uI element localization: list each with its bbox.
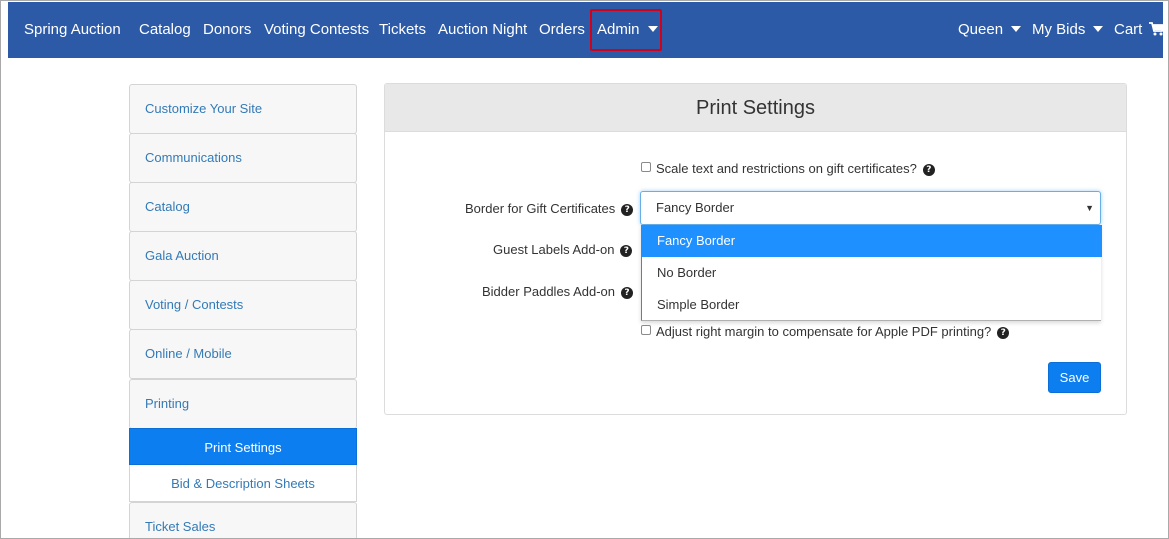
dropdown-option-no-border[interactable]: No Border [642,257,1102,289]
nav-catalog[interactable]: Catalog [139,2,191,58]
guest-labels-label: Guest Labels Add-on [493,242,615,257]
border-select-value: Fancy Border [656,200,735,215]
scale-text-label: Scale text and restrictions on gift cert… [656,161,917,176]
panel-title: Print Settings [385,84,1126,132]
save-button[interactable]: Save [1048,362,1101,393]
sidebar-subitem-bid-description-sheets[interactable]: Bid & Description Sheets [129,465,357,502]
nav-admin-dropdown[interactable]: Admin [597,2,658,58]
sidebar-item-customize-your-site[interactable]: Customize Your Site [129,84,357,134]
bidder-paddles-row-label: Bidder Paddles Add-on? [482,284,633,299]
border-dropdown-list: Fancy Border No Border Simple Border [641,225,1102,321]
top-navbar: Spring Auction Catalog Donors Voting Con… [8,2,1165,58]
caret-down-icon [1093,26,1104,33]
border-label: Border for Gift Certificates [465,201,616,216]
help-icon[interactable]: ? [621,203,634,216]
nav-user-dropdown[interactable]: Queen [958,2,1022,58]
nav-cart-label: Cart [1114,21,1143,38]
sidebar-item-communications[interactable]: Communications [129,133,357,183]
sidebar-item-catalog[interactable]: Catalog [129,182,357,232]
caret-down-icon [647,26,658,33]
apple-margin-checkbox[interactable] [641,325,651,335]
sidebar-item-ticket-sales[interactable]: Ticket Sales [129,502,357,538]
bidder-paddles-label: Bidder Paddles Add-on [482,284,615,299]
apple-margin-row: Adjust right margin to compensate for Ap… [656,324,1010,339]
nav-donors[interactable]: Donors [203,2,251,58]
nav-cart[interactable]: Cart [1114,2,1165,58]
sidebar-item-voting-contests[interactable]: Voting / Contests [129,280,357,330]
help-icon[interactable]: ? [620,286,633,299]
brand-link[interactable]: Spring Auction [24,2,121,58]
sidebar-item-printing[interactable]: Printing [129,379,357,429]
scale-text-checkbox[interactable] [641,162,651,172]
apple-margin-label: Adjust right margin to compensate for Ap… [656,324,992,339]
app-window: Spring Auction Catalog Donors Voting Con… [0,0,1169,539]
dropdown-option-fancy-border[interactable]: Fancy Border [642,225,1102,257]
border-select[interactable]: Fancy Border ▼ [640,191,1101,225]
nav-my-bids-label: My Bids [1032,21,1086,38]
nav-admin-label: Admin [597,21,640,38]
sidebar-subitem-print-settings[interactable]: Print Settings [129,428,357,465]
caret-down-icon [1011,26,1022,33]
nav-voting-contests[interactable]: Voting Contests [264,2,369,58]
scale-text-row: Scale text and restrictions on gift cert… [656,161,935,176]
dropdown-option-simple-border[interactable]: Simple Border [642,289,1102,321]
help-icon[interactable]: ? [620,244,633,257]
nav-user-label: Queen [958,21,1004,38]
border-row-label: Border for Gift Certificates? [465,201,634,216]
select-arrow-icon: ▼ [1085,203,1094,213]
help-icon[interactable]: ? [997,326,1010,339]
nav-tickets[interactable]: Tickets [379,2,426,58]
help-icon[interactable]: ? [922,163,935,176]
nav-auction-night[interactable]: Auction Night [438,2,527,58]
nav-orders[interactable]: Orders [539,2,585,58]
nav-my-bids-dropdown[interactable]: My Bids [1032,2,1104,58]
cart-icon [1148,21,1165,36]
sidebar-item-online-mobile[interactable]: Online / Mobile [129,329,357,379]
sidebar-item-gala-auction[interactable]: Gala Auction [129,231,357,281]
guest-labels-row-label: Guest Labels Add-on? [493,242,633,257]
